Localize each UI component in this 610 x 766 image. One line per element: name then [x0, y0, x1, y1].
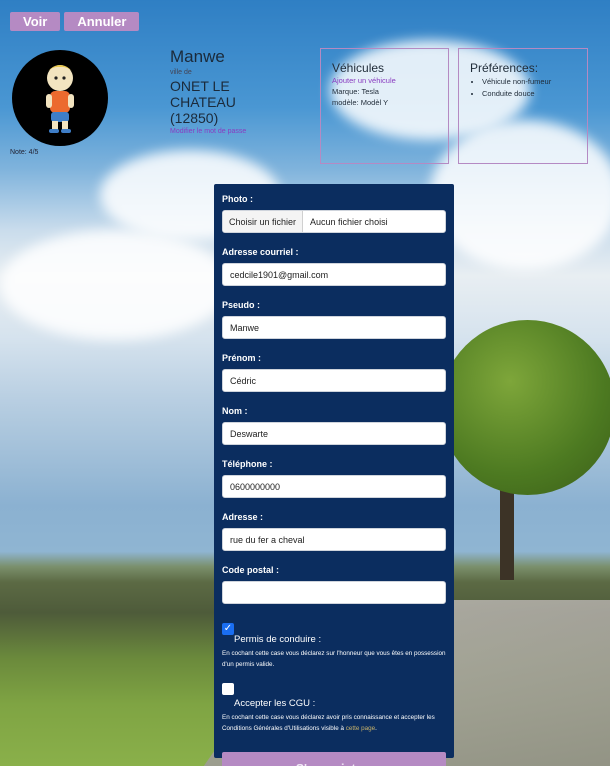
- cgu-description-text: En cochant cette case vous déclarez avoi…: [222, 714, 435, 732]
- vehicles-card: Véhicules Ajouter un véhicule Marque: Te…: [320, 48, 449, 164]
- preferences-card: Préférences: Véhicule non-fumeur Conduit…: [458, 48, 588, 164]
- profile-city: ONET LE CHATEAU (12850): [170, 78, 236, 126]
- address-field[interactable]: rue du fer a cheval: [222, 528, 446, 551]
- choose-file-button[interactable]: Choisir un fichier: [223, 211, 304, 232]
- phone-field[interactable]: 0600000000: [222, 475, 446, 498]
- photo-file-input[interactable]: Choisir un fichier Aucun fichier choisi: [222, 210, 446, 233]
- postal-code-label: Code postal :: [222, 565, 280, 575]
- preference-item: Conduite douce: [482, 89, 576, 98]
- preferences-title: Préférences:: [470, 61, 539, 75]
- prenom-label: Prénom :: [222, 353, 262, 363]
- email-label: Adresse courriel :: [222, 247, 299, 257]
- address-label: Adresse :: [222, 512, 264, 522]
- top-actions: Voir Annuler: [10, 12, 140, 31]
- register-button[interactable]: S'enregistrer: [222, 752, 446, 766]
- city-label: ville de: [170, 69, 192, 76]
- cgu-checkbox-row: [222, 682, 446, 696]
- cgu-page-link[interactable]: cette page: [346, 725, 375, 732]
- phone-label: Téléphone :: [222, 459, 273, 469]
- permis-checkbox-row: ✓: [222, 618, 446, 635]
- photo-label: Photo :: [222, 194, 253, 204]
- pseudo-field[interactable]: Manwe: [222, 316, 446, 339]
- nom-field[interactable]: Deswarte: [222, 422, 446, 445]
- permis-checkbox[interactable]: ✓: [222, 623, 234, 635]
- voir-button[interactable]: Voir: [10, 12, 61, 31]
- postal-code-field[interactable]: [222, 581, 446, 604]
- cloud-decoration: [0, 230, 230, 340]
- vehicle-model: modèle: Modèl Y: [332, 98, 389, 107]
- email-field[interactable]: cedcile1901@gmail.com: [222, 263, 446, 286]
- change-password-link[interactable]: Modifier le mot de passe: [170, 128, 280, 135]
- profile-info: Manwe ville de ONET LE CHATEAU (12850) M…: [170, 47, 280, 135]
- vehicles-title: Véhicules: [332, 61, 385, 75]
- annuler-button[interactable]: Annuler: [64, 12, 140, 31]
- preferences-list: Véhicule non-fumeur Conduite douce: [470, 77, 576, 98]
- nom-label: Nom :: [222, 406, 248, 416]
- profile-name: Manwe: [170, 47, 225, 66]
- cgu-label: Accepter les CGU :: [234, 698, 316, 709]
- tree-decoration: [440, 320, 610, 495]
- cgu-checkbox[interactable]: [222, 683, 234, 695]
- file-status: Aucun fichier choisi: [310, 216, 388, 227]
- permis-label: Permis de conduire :: [234, 634, 322, 645]
- avatar-figurine-image: [46, 65, 74, 133]
- registration-form: Photo : Choisir un fichier Aucun fichier…: [214, 184, 454, 766]
- permis-description: En cochant cette case vous déclarez sur …: [222, 650, 446, 668]
- pseudo-label: Pseudo :: [222, 300, 261, 310]
- cgu-description: En cochant cette case vous déclarez avoi…: [222, 714, 435, 732]
- avatar: [12, 50, 108, 146]
- prenom-field[interactable]: Cédric: [222, 369, 446, 392]
- vehicle-brand: Marque: Tesla: [332, 87, 379, 96]
- user-rating: Note: 4/5: [10, 149, 39, 156]
- add-vehicle-link[interactable]: Ajouter un véhicule: [332, 76, 437, 85]
- preference-item: Véhicule non-fumeur: [482, 77, 576, 86]
